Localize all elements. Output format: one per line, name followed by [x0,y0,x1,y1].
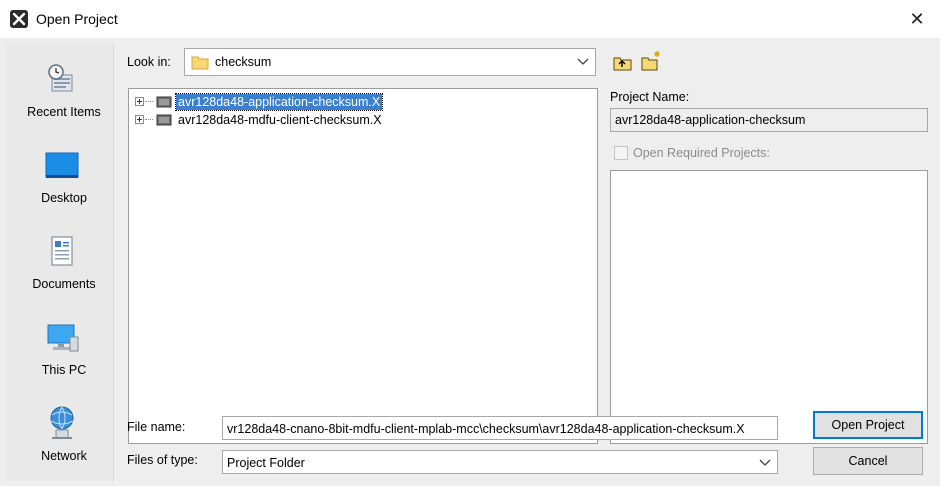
new-folder-icon[interactable] [640,50,662,72]
files-of-type-label: Files of type: [127,453,198,467]
file-list[interactable]: avr128da48-application-checksum.X avr128… [128,88,598,444]
look-in-value: checksum [215,55,272,69]
place-desktop[interactable]: Desktop [6,135,114,215]
title-bar: Open Project ✕ [0,0,940,38]
open-project-button[interactable]: Open Project [813,411,923,439]
dialog-body: Recent Items Desktop Documents This PC N… [0,38,940,486]
this-pc-icon [47,324,79,352]
documents-icon [51,236,73,266]
place-recent-items[interactable]: Recent Items [6,49,114,129]
project-chip-icon [156,96,172,108]
list-item[interactable]: avr128da48-mdfu-client-checksum.X [129,111,589,129]
place-label: Network [41,449,87,463]
files-of-type-select[interactable]: Project Folder [222,450,778,474]
close-button[interactable]: ✕ [906,9,928,29]
up-one-level-icon[interactable] [612,52,634,74]
files-of-type-dropdown-button[interactable] [753,451,777,473]
look-in-combo[interactable]: checksum [184,48,596,76]
file-item-label[interactable]: avr128da48-mdfu-client-checksum.X [176,112,384,128]
file-name-label: File name: [127,420,186,434]
chevron-down-icon [759,459,771,466]
open-required-projects-label: Open Required Projects: [633,146,770,160]
netbeans-app-icon [10,10,28,28]
desktop-icon [45,152,79,178]
place-documents[interactable]: Documents [6,221,114,301]
files-of-type-value: Project Folder [227,456,305,470]
project-name-field: avr128da48-application-checksum [610,108,928,132]
file-name-input[interactable]: vr128da48-cnano-8bit-mdfu-client-mplab-m… [222,416,778,440]
place-label: Documents [32,277,96,291]
place-label: Recent Items [27,105,101,119]
place-label: This PC [41,363,87,377]
cancel-button[interactable]: Cancel [813,447,923,475]
project-chip-icon [156,114,172,126]
look-in-label: Look in: [127,55,171,69]
file-item-label[interactable]: avr128da48-application-checksum.X [174,93,384,111]
required-projects-list[interactable] [610,170,928,444]
place-network[interactable]: Network [6,393,114,473]
place-this-pc[interactable]: This PC [6,307,114,387]
project-name-label: Project Name: [610,90,690,104]
close-icon: ✕ [909,9,925,29]
place-label: Desktop [41,191,87,205]
recent-items-icon [48,64,73,92]
network-icon [50,406,74,439]
look-in-dropdown-button[interactable] [571,49,595,75]
places-sidebar: Recent Items Desktop Documents This PC N… [6,43,114,481]
expand-toggle[interactable] [135,97,144,106]
list-item[interactable]: avr128da48-application-checksum.X [129,93,589,111]
window-title: Open Project [36,11,118,27]
open-required-projects-checkbox[interactable] [614,146,628,160]
expand-toggle[interactable] [135,115,144,124]
chevron-down-icon [577,58,589,65]
folder-icon [191,56,209,70]
